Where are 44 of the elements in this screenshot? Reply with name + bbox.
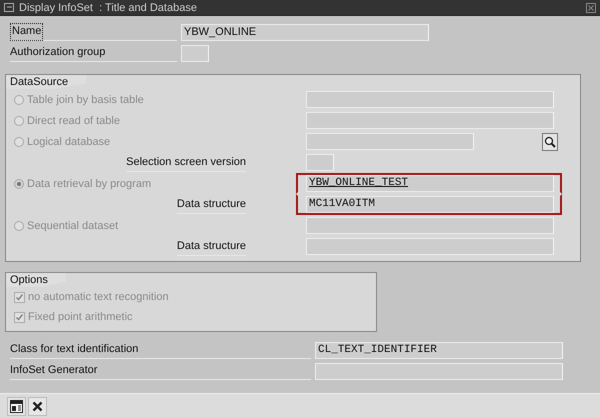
radio-label: Direct read of table [27,114,120,126]
field-label: Class for text identification [10,341,311,359]
field-label: InfoSet Generator [10,362,311,380]
radio-button[interactable] [14,116,24,126]
layout-icon [10,400,23,412]
radio-button[interactable] [14,136,24,146]
checkbox[interactable] [14,312,25,322]
close-icon[interactable] [586,2,596,12]
field-label: Authorization group [10,45,106,60]
input-field[interactable]: YBW_ONLINE_TEST [306,175,554,192]
checkbox[interactable] [14,292,25,302]
radio-button[interactable] [14,178,24,188]
input-field[interactable] [306,217,554,234]
search-button[interactable] [542,132,558,150]
input-field[interactable] [306,112,554,129]
layout-button[interactable] [7,396,26,416]
radio-label: Sequential dataset [27,220,118,232]
radio-label: Logical database [27,136,110,148]
checkbox-label: no automatic text recognition [28,291,169,303]
input-field[interactable] [306,91,554,108]
field-label: Name [10,23,44,41]
input-field[interactable] [306,133,474,150]
cancel-button[interactable] [28,396,47,416]
field-label: Data structure [176,238,246,256]
input-field[interactable] [181,44,209,62]
input-field[interactable]: MC11VA0ITM [306,196,554,213]
input-field[interactable] [306,238,554,255]
field-label: Data structure [176,196,246,214]
group-title: Options [6,272,66,287]
input-field[interactable] [306,154,334,171]
radio-button[interactable] [14,220,24,230]
cross-icon [32,400,43,412]
input-field[interactable]: YBW_ONLINE [181,24,429,40]
input-field[interactable]: CL_TEXT_IDENTIFIER [315,342,563,358]
radio-button[interactable] [14,94,24,104]
field-label: Selection screen version [126,154,246,172]
radio-label: Table join by basis table [27,94,144,106]
window-title: Display InfoSet : Title and Database [19,2,197,14]
group-title: DataSource [6,74,86,89]
input-field[interactable] [315,362,563,380]
checkbox-label: Fixed point arithmetic [28,311,133,323]
radio-label: Data retrieval by program [27,178,152,190]
window-icon [4,2,15,12]
search-icon [544,136,556,148]
